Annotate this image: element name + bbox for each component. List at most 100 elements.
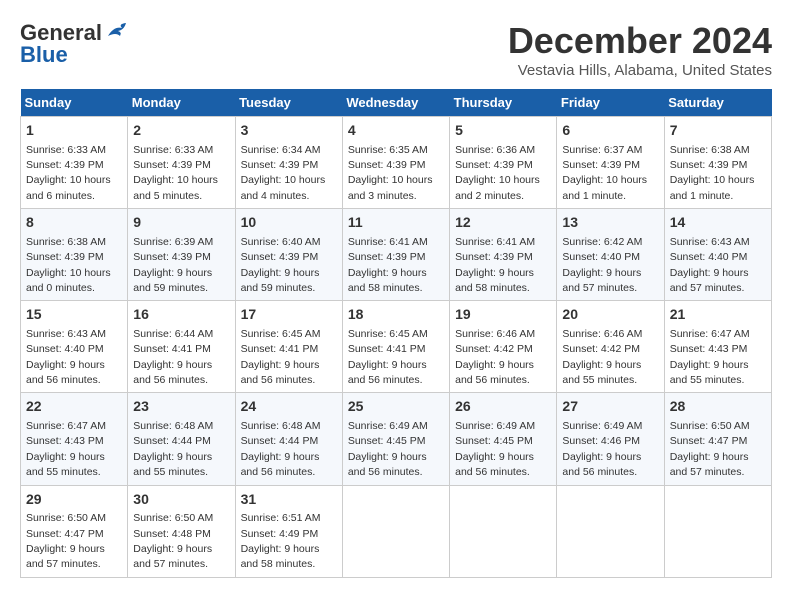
page-header: General Blue December 2024 Vestavia Hill… [20, 20, 772, 79]
weekday-header-row: SundayMondayTuesdayWednesdayThursdayFrid… [21, 89, 772, 117]
day-info: Sunrise: 6:44 AMSunset: 4:41 PMDaylight:… [133, 328, 213, 386]
calendar-cell: 19 Sunrise: 6:46 AMSunset: 4:42 PMDayligh… [450, 301, 557, 393]
calendar-cell: 28Sunrise: 6:50 AMSunset: 4:47 PMDayligh… [664, 393, 771, 485]
calendar-cell: 29Sunrise: 6:50 AMSunset: 4:47 PMDayligh… [21, 485, 128, 577]
day-info: Sunrise: 6:50 AMSunset: 4:47 PMDaylight:… [26, 512, 106, 570]
calendar-cell: 6 Sunrise: 6:37 AMSunset: 4:39 PMDaylight… [557, 117, 664, 209]
day-info: Sunrise: 6:46 AMSunset: 4:42 PMDaylight:… [562, 328, 642, 386]
logo-blue-text: Blue [20, 42, 68, 68]
calendar-cell: 14Sunrise: 6:43 AMSunset: 4:40 PMDayligh… [664, 209, 771, 301]
day-number: 12 [455, 213, 551, 233]
day-number: 10 [241, 213, 337, 233]
calendar-cell: 23Sunrise: 6:48 AMSunset: 4:44 PMDayligh… [128, 393, 235, 485]
day-info: Sunrise: 6:49 AMSunset: 4:45 PMDaylight:… [348, 420, 428, 478]
day-info: Sunrise: 6:43 AMSunset: 4:40 PMDaylight:… [26, 328, 106, 386]
day-number: 9 [133, 213, 229, 233]
day-info: Sunrise: 6:42 AMSunset: 4:40 PMDaylight:… [562, 236, 642, 294]
calendar-cell: 4 Sunrise: 6:35 AMSunset: 4:39 PMDaylight… [342, 117, 449, 209]
day-info: Sunrise: 6:50 AMSunset: 4:48 PMDaylight:… [133, 512, 213, 570]
calendar-cell: 9 Sunrise: 6:39 AMSunset: 4:39 PMDaylight… [128, 209, 235, 301]
calendar-cell [664, 485, 771, 577]
day-number: 5 [455, 121, 551, 141]
calendar-cell: 5Sunrise: 6:36 AMSunset: 4:39 PMDaylight… [450, 117, 557, 209]
day-info: Sunrise: 6:47 AMSunset: 4:43 PMDaylight:… [26, 420, 106, 478]
calendar-cell: 13 Sunrise: 6:42 AMSunset: 4:40 PMDayligh… [557, 209, 664, 301]
calendar-cell: 16 Sunrise: 6:44 AMSunset: 4:41 PMDayligh… [128, 301, 235, 393]
day-number: 25 [348, 397, 444, 417]
calendar-week-4: 22 Sunrise: 6:47 AMSunset: 4:43 PMDayligh… [21, 393, 772, 485]
day-info: Sunrise: 6:46 AMSunset: 4:42 PMDaylight:… [455, 328, 535, 386]
day-info: Sunrise: 6:35 AMSunset: 4:39 PMDaylight:… [348, 144, 433, 202]
calendar-cell: 2 Sunrise: 6:33 AMSunset: 4:39 PMDaylight… [128, 117, 235, 209]
weekday-header-saturday: Saturday [664, 89, 771, 117]
day-info: Sunrise: 6:41 AMSunset: 4:39 PMDaylight:… [455, 236, 535, 294]
day-number: 24 [241, 397, 337, 417]
calendar-week-3: 15 Sunrise: 6:43 AMSunset: 4:40 PMDayligh… [21, 301, 772, 393]
day-info: Sunrise: 6:47 AMSunset: 4:43 PMDaylight:… [670, 328, 750, 386]
calendar-cell: 20Sunrise: 6:46 AMSunset: 4:42 PMDayligh… [557, 301, 664, 393]
day-number: 1 [26, 121, 122, 141]
weekday-header-monday: Monday [128, 89, 235, 117]
calendar-cell [450, 485, 557, 577]
day-number: 19 [455, 305, 551, 325]
day-info: Sunrise: 6:38 AMSunset: 4:39 PMDaylight:… [670, 144, 755, 202]
calendar-cell: 25 Sunrise: 6:49 AMSunset: 4:45 PMDayligh… [342, 393, 449, 485]
calendar-cell [557, 485, 664, 577]
title-area: December 2024 Vestavia Hills, Alabama, U… [508, 20, 772, 79]
day-info: Sunrise: 6:45 AMSunset: 4:41 PMDaylight:… [348, 328, 428, 386]
weekday-header-tuesday: Tuesday [235, 89, 342, 117]
calendar-cell: 26Sunrise: 6:49 AMSunset: 4:45 PMDayligh… [450, 393, 557, 485]
day-number: 29 [26, 490, 122, 510]
weekday-header-thursday: Thursday [450, 89, 557, 117]
day-number: 18 [348, 305, 444, 325]
day-info: Sunrise: 6:51 AMSunset: 4:49 PMDaylight:… [241, 512, 321, 570]
day-number: 2 [133, 121, 229, 141]
calendar-cell: 17Sunrise: 6:45 AMSunset: 4:41 PMDayligh… [235, 301, 342, 393]
day-number: 7 [670, 121, 766, 141]
calendar-cell: 15 Sunrise: 6:43 AMSunset: 4:40 PMDayligh… [21, 301, 128, 393]
calendar-cell: 31Sunrise: 6:51 AMSunset: 4:49 PMDayligh… [235, 485, 342, 577]
day-info: Sunrise: 6:37 AMSunset: 4:39 PMDaylight:… [562, 144, 647, 202]
day-number: 30 [133, 490, 229, 510]
calendar-cell: 12 Sunrise: 6:41 AMSunset: 4:39 PMDayligh… [450, 209, 557, 301]
weekday-header-sunday: Sunday [21, 89, 128, 117]
day-number: 8 [26, 213, 122, 233]
day-info: Sunrise: 6:33 AMSunset: 4:39 PMDaylight:… [133, 144, 218, 202]
day-number: 17 [241, 305, 337, 325]
day-info: Sunrise: 6:49 AMSunset: 4:46 PMDaylight:… [562, 420, 642, 478]
calendar-cell: 1 Sunrise: 6:33 AMSunset: 4:39 PMDaylight… [21, 117, 128, 209]
day-info: Sunrise: 6:50 AMSunset: 4:47 PMDaylight:… [670, 420, 750, 478]
day-info: Sunrise: 6:43 AMSunset: 4:40 PMDaylight:… [670, 236, 750, 294]
day-number: 26 [455, 397, 551, 417]
calendar-cell: 22 Sunrise: 6:47 AMSunset: 4:43 PMDayligh… [21, 393, 128, 485]
day-info: Sunrise: 6:40 AMSunset: 4:39 PMDaylight:… [241, 236, 321, 294]
day-info: Sunrise: 6:34 AMSunset: 4:39 PMDaylight:… [241, 144, 326, 202]
calendar-cell: 11Sunrise: 6:41 AMSunset: 4:39 PMDayligh… [342, 209, 449, 301]
day-number: 31 [241, 490, 337, 510]
day-number: 16 [133, 305, 229, 325]
calendar-cell: 7 Sunrise: 6:38 AMSunset: 4:39 PMDaylight… [664, 117, 771, 209]
day-number: 13 [562, 213, 658, 233]
weekday-header-friday: Friday [557, 89, 664, 117]
calendar-cell: 30Sunrise: 6:50 AMSunset: 4:48 PMDayligh… [128, 485, 235, 577]
location-text: Vestavia Hills, Alabama, United States [508, 62, 772, 79]
calendar-cell: 27Sunrise: 6:49 AMSunset: 4:46 PMDayligh… [557, 393, 664, 485]
day-number: 23 [133, 397, 229, 417]
day-number: 15 [26, 305, 122, 325]
calendar-cell: 10 Sunrise: 6:40 AMSunset: 4:39 PMDayligh… [235, 209, 342, 301]
day-info: Sunrise: 6:39 AMSunset: 4:39 PMDaylight:… [133, 236, 213, 294]
day-info: Sunrise: 6:41 AMSunset: 4:39 PMDaylight:… [348, 236, 428, 294]
day-number: 22 [26, 397, 122, 417]
calendar-table: SundayMondayTuesdayWednesdayThursdayFrid… [20, 89, 772, 578]
calendar-cell: 3 Sunrise: 6:34 AMSunset: 4:39 PMDaylight… [235, 117, 342, 209]
day-info: Sunrise: 6:33 AMSunset: 4:39 PMDaylight:… [26, 144, 111, 202]
calendar-week-5: 29Sunrise: 6:50 AMSunset: 4:47 PMDayligh… [21, 485, 772, 577]
day-number: 4 [348, 121, 444, 141]
calendar-cell: 24 Sunrise: 6:48 AMSunset: 4:44 PMDayligh… [235, 393, 342, 485]
calendar-cell: 18 Sunrise: 6:45 AMSunset: 4:41 PMDayligh… [342, 301, 449, 393]
day-number: 6 [562, 121, 658, 141]
day-info: Sunrise: 6:48 AMSunset: 4:44 PMDaylight:… [241, 420, 321, 478]
logo: General Blue [20, 20, 128, 68]
day-number: 3 [241, 121, 337, 141]
calendar-week-1: 1 Sunrise: 6:33 AMSunset: 4:39 PMDaylight… [21, 117, 772, 209]
